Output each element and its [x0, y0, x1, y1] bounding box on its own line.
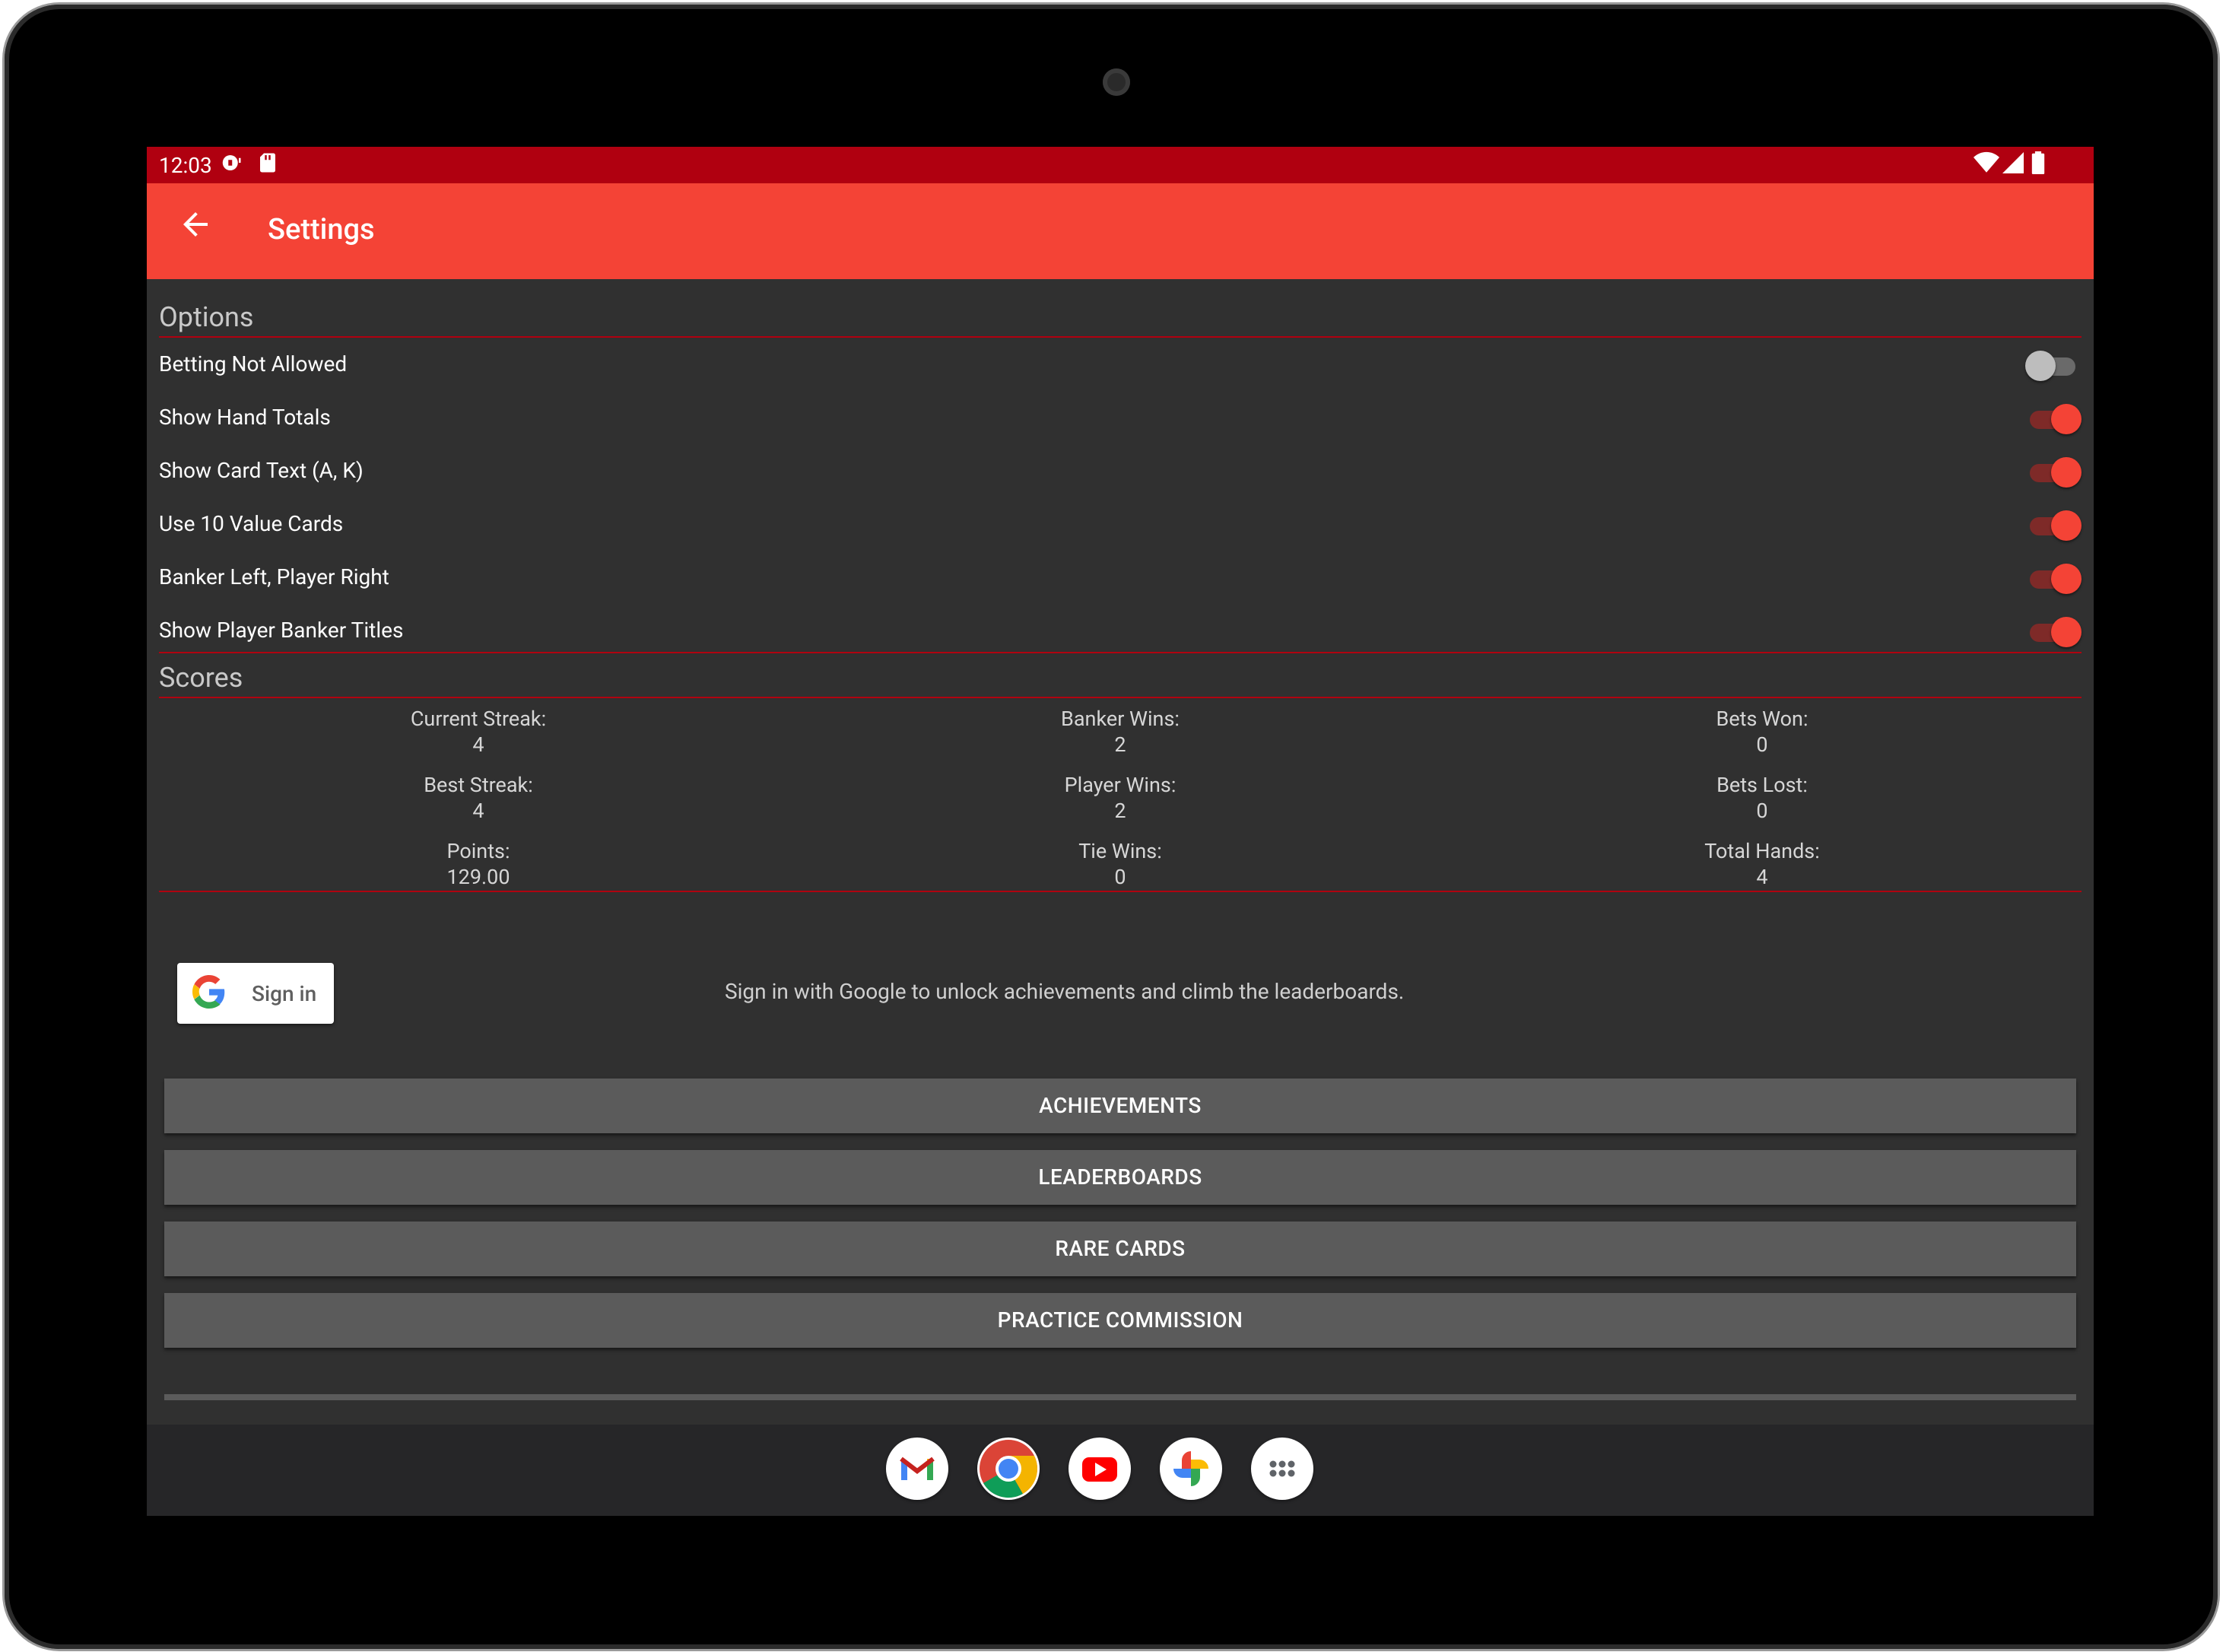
- wifi-icon: [1974, 151, 1999, 179]
- option-label: Show Hand Totals: [159, 405, 331, 430]
- leaderboards-button[interactable]: LEADERBOARDS: [164, 1150, 2076, 1205]
- back-arrow-icon[interactable]: [177, 206, 214, 252]
- score-label: Bets Lost:: [1716, 773, 1808, 797]
- betting-not-allowed-switch[interactable]: [2025, 348, 2077, 382]
- option-label: Betting Not Allowed: [159, 351, 348, 376]
- score-label: Points:: [446, 839, 510, 863]
- scores-section-title: Scores: [159, 662, 243, 694]
- score-bets-lost: Bets Lost: 0: [1572, 772, 1952, 824]
- tablet-frame: 12:03 Settings Options Betting Not Allow…: [5, 5, 2218, 1649]
- show-hand-totals-switch[interactable]: [2028, 402, 2082, 435]
- option-label: Use 10 Value Cards: [159, 511, 344, 536]
- score-label: Banker Wins:: [1061, 707, 1180, 731]
- achievements-button[interactable]: ACHIEVEMENTS: [164, 1079, 2076, 1133]
- options-bottom-divider: [159, 652, 2082, 653]
- score-player-wins: Player Wins: 2: [930, 772, 1310, 824]
- option-row-betting-not-allowed[interactable]: Betting Not Allowed: [159, 339, 2082, 392]
- option-row-show-player-banker-titles[interactable]: Show Player Banker Titles: [159, 605, 2082, 659]
- score-value: 0: [1114, 865, 1126, 889]
- notification-icon: [220, 151, 243, 179]
- practice-commission-button[interactable]: PRACTICE COMMISSION: [164, 1293, 2076, 1348]
- scores-bottom-divider: [159, 891, 2082, 892]
- sd-card-icon: [258, 151, 278, 179]
- score-points: Points: 129.00: [288, 838, 668, 890]
- camera-icon: [1103, 68, 1130, 96]
- score-value: 0: [1756, 732, 1768, 757]
- score-current-streak: Current Streak: 4: [288, 706, 668, 758]
- page-title: Settings: [268, 213, 375, 246]
- score-value: 4: [472, 732, 484, 757]
- show-card-text-switch[interactable]: [2028, 455, 2082, 488]
- score-label: Player Wins:: [1064, 773, 1177, 797]
- score-label: Tie Wins:: [1078, 839, 1162, 863]
- score-value: 4: [1756, 865, 1768, 889]
- youtube-icon[interactable]: [1069, 1438, 1131, 1500]
- score-label: Bets Won:: [1716, 707, 1808, 731]
- option-row-show-hand-totals[interactable]: Show Hand Totals: [159, 392, 2082, 446]
- status-bar: 12:03: [147, 147, 2094, 183]
- cell-signal-icon: [2002, 151, 2024, 179]
- battery-icon: [2031, 151, 2045, 179]
- score-value: 0: [1756, 799, 1768, 823]
- option-label: Show Card Text (A, K): [159, 458, 364, 483]
- taskbar-dock: [147, 1425, 2094, 1516]
- option-row-show-card-text[interactable]: Show Card Text (A, K): [159, 446, 2082, 499]
- banker-left-player-right-switch[interactable]: [2028, 561, 2082, 595]
- screen: 12:03 Settings Options Betting Not Allow…: [147, 147, 2094, 1516]
- score-tie-wins: Tie Wins: 0: [930, 838, 1310, 890]
- sign-in-label: Sign in: [252, 981, 317, 1006]
- option-label: Banker Left, Player Right: [159, 564, 389, 589]
- option-row-banker-left-player-right[interactable]: Banker Left, Player Right: [159, 552, 2082, 605]
- score-label: Total Hands:: [1704, 839, 1820, 863]
- options-divider: [159, 336, 2082, 338]
- score-bets-won: Bets Won: 0: [1572, 706, 1952, 758]
- score-value: 4: [472, 799, 484, 823]
- partially-visible-button[interactable]: [164, 1394, 2076, 1400]
- score-banker-wins: Banker Wins: 2: [930, 706, 1310, 758]
- options-section-title: Options: [159, 301, 254, 333]
- gmail-icon[interactable]: [886, 1438, 948, 1500]
- photos-icon[interactable]: [1160, 1438, 1222, 1500]
- rare-cards-button[interactable]: RARE CARDS: [164, 1222, 2076, 1276]
- score-value: 2: [1114, 732, 1126, 757]
- app-bar: Settings: [147, 183, 2094, 279]
- score-label: Best Streak:: [424, 773, 533, 797]
- sign-in-message: Sign in with Google to unlock achievemen…: [725, 979, 1405, 1004]
- status-time: 12:03: [159, 153, 212, 178]
- score-label: Current Streak:: [410, 707, 547, 731]
- app-drawer-icon[interactable]: [1251, 1438, 1313, 1500]
- use-10-value-cards-switch[interactable]: [2028, 508, 2082, 542]
- score-value: 129.00: [446, 865, 510, 889]
- score-value: 2: [1114, 799, 1126, 823]
- chrome-icon[interactable]: [977, 1438, 1040, 1500]
- google-sign-in-button[interactable]: Sign in: [177, 963, 334, 1024]
- option-row-use-10-value-cards[interactable]: Use 10 Value Cards: [159, 499, 2082, 552]
- google-g-icon: [192, 975, 226, 1009]
- show-player-banker-titles-switch[interactable]: [2028, 615, 2082, 648]
- score-total-hands: Total Hands: 4: [1572, 838, 1952, 890]
- option-label: Show Player Banker Titles: [159, 618, 404, 643]
- score-best-streak: Best Streak: 4: [288, 772, 668, 824]
- scores-divider: [159, 697, 2082, 698]
